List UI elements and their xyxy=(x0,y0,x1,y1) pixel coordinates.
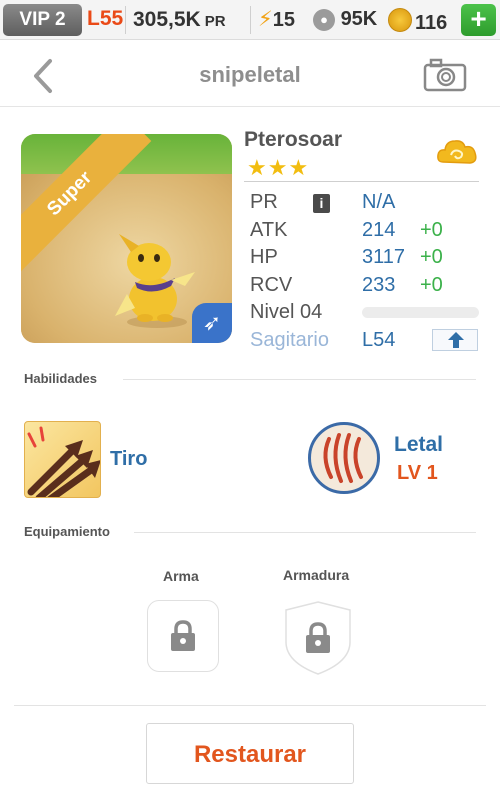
paw-value: 95K xyxy=(340,8,378,30)
stat-value-atk: 214 xyxy=(362,219,396,241)
skill-shot-icon[interactable] xyxy=(24,421,101,498)
stat-value-rcv: 233 xyxy=(362,274,396,296)
info-icon[interactable]: i xyxy=(313,194,330,213)
skill-2-name: Letal xyxy=(394,433,444,456)
energy-value: 15 xyxy=(272,9,295,31)
add-coins-button[interactable]: + xyxy=(461,4,496,36)
class-label[interactable]: Sagitario xyxy=(250,329,329,352)
stat-label-hp: HP xyxy=(250,246,278,268)
armor-slot[interactable] xyxy=(282,600,354,676)
pet-level-label: Nivel 04 xyxy=(250,301,323,323)
status-bar: VIP 2 L55 305,5K PR ⚡15 ● 95K 116 + xyxy=(0,0,500,40)
vip-badge[interactable]: VIP 2 xyxy=(3,4,82,36)
stat-bonus-atk: +0 xyxy=(420,219,443,241)
restore-button[interactable]: Restaurar xyxy=(146,723,354,784)
equipment-section-title: Equipamiento xyxy=(24,524,110,539)
arrows-icon xyxy=(27,426,100,497)
weapon-slot[interactable] xyxy=(147,600,219,672)
skill-1-name: Tiro xyxy=(110,448,148,470)
footer-divider xyxy=(14,705,486,706)
player-level: L55 xyxy=(87,7,124,30)
section-divider xyxy=(123,379,476,380)
stat-value-hp: 3117 xyxy=(362,246,406,268)
coin-icon xyxy=(388,8,412,32)
class-upgrade-button[interactable] xyxy=(432,329,478,351)
coin-counter[interactable]: 116 xyxy=(388,8,447,35)
power-value: 305,5K xyxy=(133,8,201,31)
stat-label-atk: ATK xyxy=(250,219,288,241)
stat-value-pr: N/A xyxy=(362,191,396,213)
paw-icon: ● xyxy=(313,9,335,31)
section-divider xyxy=(134,532,476,533)
star-rating: ★★★ xyxy=(247,155,310,180)
xp-progress-bar xyxy=(362,307,479,318)
armor-label: Armadura xyxy=(283,567,350,583)
camera-icon[interactable] xyxy=(423,58,467,92)
stat-bonus-rcv: +0 xyxy=(420,274,443,296)
paw-counter[interactable]: ● 95K xyxy=(313,8,377,31)
header-divider xyxy=(0,106,500,107)
stat-bonus-hp: +0 xyxy=(420,246,443,268)
cloud-element-icon[interactable] xyxy=(435,132,479,172)
archer-class-icon: ➶ xyxy=(192,303,232,343)
power-rating: 305,5K PR xyxy=(133,8,226,32)
name-divider xyxy=(244,181,479,182)
pet-name: Pterosoar xyxy=(244,128,343,151)
claw-marks-icon xyxy=(323,433,363,483)
skills-section-title: Habilidades xyxy=(24,371,97,386)
divider xyxy=(250,6,251,34)
pet-portrait[interactable]: Super ➶ xyxy=(21,134,232,343)
power-unit: PR xyxy=(204,13,226,30)
class-level: L54 xyxy=(362,329,396,351)
arrow-up-icon xyxy=(448,332,464,348)
skill-2-level: LV 1 xyxy=(397,462,438,484)
coin-value: 116 xyxy=(415,12,448,34)
stat-label-pr: PR xyxy=(250,191,278,213)
lock-icon xyxy=(171,620,195,651)
lightning-icon: ⚡ xyxy=(258,8,273,31)
energy-counter[interactable]: ⚡15 xyxy=(258,7,295,32)
skill-lethal-icon[interactable] xyxy=(308,422,380,494)
stat-label-rcv: RCV xyxy=(250,274,293,296)
weapon-label: Arma xyxy=(163,568,199,584)
divider xyxy=(125,6,126,34)
